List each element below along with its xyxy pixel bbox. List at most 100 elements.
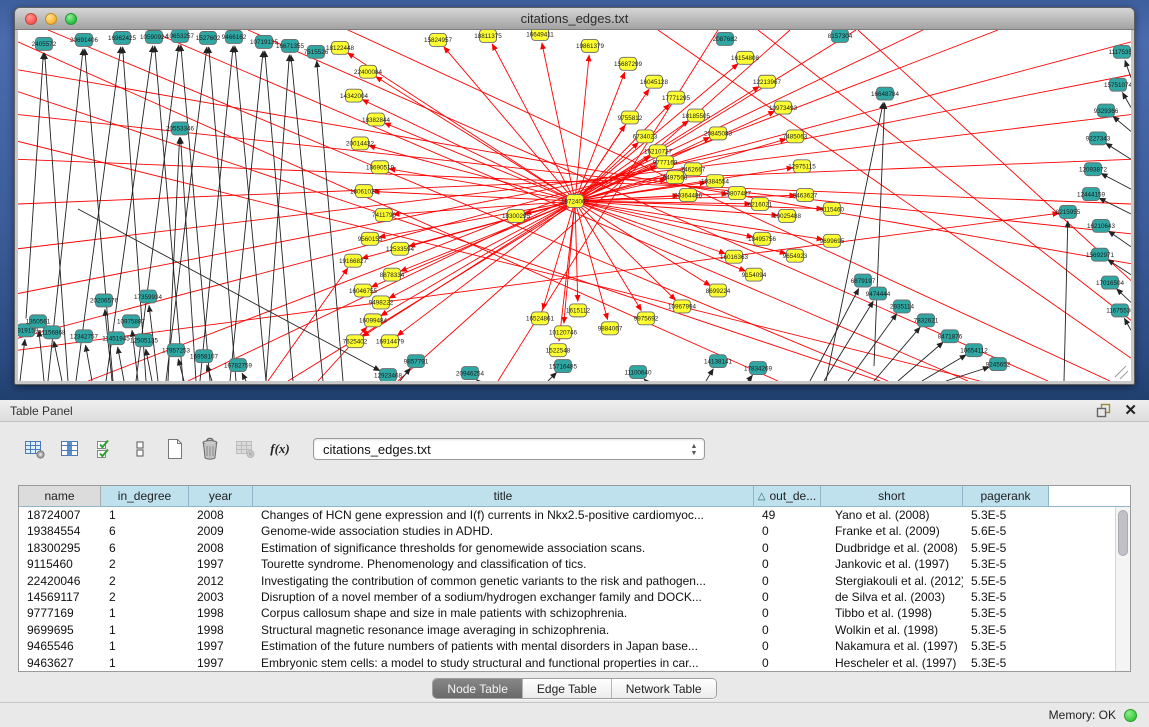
table-row[interactable]: 2242004622012Investigating the contribut… (19, 573, 1115, 589)
graph-node[interactable]: 20691406 (70, 33, 98, 46)
table-cell[interactable]: Franke et al. (2009) (821, 523, 963, 539)
table-row[interactable]: 977716911998Corpus callosum shape and si… (19, 605, 1115, 621)
table-cell[interactable]: 0 (754, 540, 821, 556)
table-cell[interactable]: 2009 (189, 523, 253, 539)
table-cell[interactable]: 1 (101, 605, 189, 621)
graph-node[interactable]: 15751074 (1104, 78, 1131, 91)
graph-edge[interactable] (20, 339, 25, 381)
table-cell[interactable]: Dudbridge et al. (2008) (821, 540, 963, 556)
graph-edge[interactable] (86, 345, 92, 381)
table-cell[interactable]: 2 (101, 589, 189, 605)
table-cell[interactable]: 5.5E-5 (963, 573, 1049, 589)
graph-node[interactable]: 20206576 (90, 294, 118, 307)
table-cell[interactable]: 1998 (189, 605, 253, 621)
table-cell[interactable]: Wolkin et al. (1998) (821, 622, 963, 638)
graph-edge[interactable] (1064, 221, 1068, 381)
table-cell[interactable]: 0 (754, 638, 821, 654)
table-cell[interactable]: 5.3E-5 (963, 622, 1049, 638)
graph-node[interactable]: 19861379 (576, 39, 604, 52)
graph-node[interactable]: 11451945 (102, 332, 130, 345)
zoom-window-button[interactable] (65, 13, 77, 25)
close-panel-icon[interactable]: ✕ (1124, 404, 1137, 418)
table-row[interactable]: 1456911722003Disruption of a novel membe… (19, 589, 1115, 605)
table-cell[interactable]: Embryonic stem cells: a model to study s… (253, 655, 754, 671)
graph-node[interactable]: 20364486 (674, 189, 702, 202)
graph-node[interactable]: 16524861 (526, 312, 554, 325)
graph-node[interactable]: 2935114 (890, 300, 915, 313)
graph-node[interactable]: 8157304 (828, 30, 853, 42)
table-cell[interactable]: Stergiakouli et al. (2012) (821, 573, 963, 589)
graph-edge[interactable] (1117, 289, 1131, 303)
resize-grip[interactable] (1115, 366, 1128, 379)
network-canvas[interactable]: 1872400718300295181224482240008414342004… (18, 30, 1131, 381)
graph-edge[interactable] (1113, 116, 1131, 131)
graph-node[interactable]: 2087682 (713, 32, 738, 45)
table-cell[interactable]: Changes of HCN gene expression and I(f) … (253, 507, 754, 523)
table-cell[interactable]: 19384554 (19, 523, 101, 539)
graph-node[interactable]: 12533594 (386, 242, 414, 255)
column-header-year[interactable]: year (189, 486, 253, 506)
graph-node[interactable]: 7832621 (914, 314, 939, 327)
close-window-button[interactable] (25, 13, 37, 25)
graph-node[interactable]: 10590924 (140, 30, 168, 43)
graph-node[interactable]: 7485063 (783, 130, 808, 143)
graph-edge[interactable] (242, 373, 246, 381)
graph-edge[interactable] (18, 75, 1131, 294)
graph-node[interactable]: 12923468 (374, 369, 402, 381)
table-cell[interactable]: 18300295 (19, 540, 101, 556)
graph-node[interactable]: 10120746 (549, 326, 577, 339)
graph-edge[interactable] (1099, 198, 1131, 214)
window-titlebar[interactable]: citations_edges.txt (15, 8, 1134, 30)
table-cell[interactable]: 2 (101, 556, 189, 572)
table-cell[interactable]: Jankovic et al. (1997) (821, 556, 963, 572)
graph-edge[interactable] (88, 30, 998, 381)
minimize-window-button[interactable] (45, 13, 57, 25)
graph-node[interactable]: 9654923 (783, 249, 808, 262)
graph-node[interactable]: 9245652 (986, 358, 1011, 371)
tab-edge-table[interactable]: Edge Table (523, 679, 612, 698)
table-cell[interactable]: 18724007 (19, 507, 101, 523)
graph-edge[interactable] (810, 288, 859, 381)
graph-edge[interactable] (575, 201, 641, 311)
graph-node[interactable]: 17771295 (662, 91, 690, 104)
graph-node[interactable]: 8699224 (706, 284, 731, 297)
table-cell[interactable]: 22420046 (19, 573, 101, 589)
graph-edge[interactable] (492, 44, 575, 201)
graph-node[interactable]: 9227343 (1086, 132, 1111, 145)
table-cell[interactable]: Yano et al. (2008) (821, 507, 963, 523)
graph-node[interactable]: 16016363 (720, 250, 748, 263)
graph-node[interactable]: 18690519 (366, 161, 394, 174)
graph-node[interactable]: 16782759 (224, 359, 252, 372)
column-header-short[interactable]: short (821, 486, 963, 506)
table-cell[interactable]: 5.3E-5 (963, 556, 1049, 572)
table-cell[interactable]: 9115460 (19, 556, 101, 572)
graph-edge[interactable] (1122, 92, 1131, 107)
row-options-button[interactable] (125, 437, 155, 461)
graph-node[interactable]: 15824957 (424, 33, 452, 46)
column-visibility-button[interactable] (55, 437, 85, 461)
column-header-title[interactable]: title (253, 486, 754, 506)
graph-node[interactable]: 16962425 (108, 31, 136, 44)
table-cell[interactable]: Investigating the contribution of common… (253, 573, 754, 589)
table-cell[interactable]: 5.3E-5 (963, 507, 1049, 523)
graph-edge[interactable] (78, 209, 380, 371)
table-row[interactable]: 1872400712008Changes of HCN gene express… (19, 507, 1115, 523)
graph-node[interactable]: 9154094 (742, 268, 767, 281)
graph-node[interactable]: 7625402 (343, 335, 368, 348)
new-document-button[interactable] (160, 437, 190, 461)
table-row[interactable]: 911546021997Tourette syndrome. Phenomeno… (19, 556, 1115, 572)
graph-node[interactable]: 18061025 (350, 185, 378, 198)
table-row[interactable]: 946554611997Estimation of the future num… (19, 638, 1115, 654)
column-header-pagerank[interactable]: pagerank (963, 486, 1049, 506)
graph-node[interactable]: 22400084 (354, 65, 382, 78)
table-cell[interactable]: Tibbo et al. (1998) (821, 605, 963, 621)
graph-node[interactable]: 6879197 (851, 274, 876, 287)
table-cell[interactable]: de Silva et al. (2003) (821, 589, 963, 605)
graph-edge[interactable] (230, 51, 263, 381)
graph-edge[interactable] (18, 70, 1131, 264)
table-cell[interactable]: 6 (101, 523, 189, 539)
table-cell[interactable]: 49 (754, 507, 821, 523)
tab-network-table[interactable]: Network Table (612, 679, 716, 698)
graph-node[interactable]: 12213967 (753, 75, 781, 88)
table-cell[interactable]: 5.6E-5 (963, 523, 1049, 539)
